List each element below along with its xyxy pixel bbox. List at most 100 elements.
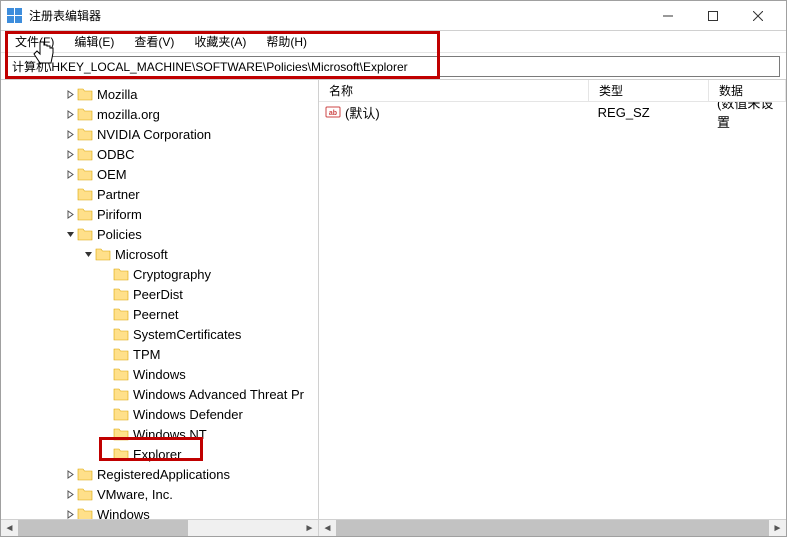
tree-item[interactable]: VMware, Inc. bbox=[1, 484, 318, 504]
chevron-right-icon[interactable] bbox=[63, 90, 77, 99]
folder-icon bbox=[77, 147, 93, 161]
chevron-right-icon[interactable] bbox=[63, 490, 77, 499]
chevron-down-icon[interactable] bbox=[81, 250, 95, 259]
svg-text:ab: ab bbox=[329, 110, 337, 117]
folder-icon bbox=[77, 487, 93, 501]
menu-file[interactable]: 文件(F) bbox=[7, 31, 62, 52]
chevron-right-icon[interactable] bbox=[63, 210, 77, 219]
tree-item[interactable]: Windows Advanced Threat Pr bbox=[1, 384, 318, 404]
tree-item-label: Cryptography bbox=[133, 267, 211, 282]
tree-pane: Mozilla mozilla.org NVIDIA Corporation ODBC… bbox=[1, 80, 319, 536]
folder-icon bbox=[113, 407, 129, 421]
minimize-button[interactable] bbox=[645, 1, 690, 30]
tree-item[interactable]: NVIDIA Corporation bbox=[1, 124, 318, 144]
folder-icon bbox=[113, 307, 129, 321]
chevron-right-icon[interactable] bbox=[63, 150, 77, 159]
scroll-track[interactable] bbox=[18, 520, 301, 537]
maximize-button[interactable] bbox=[690, 1, 735, 30]
chevron-right-icon[interactable] bbox=[63, 170, 77, 179]
folder-icon bbox=[77, 87, 93, 101]
tree-item[interactable]: Windows bbox=[1, 504, 318, 519]
tree-view[interactable]: Mozilla mozilla.org NVIDIA Corporation ODBC… bbox=[1, 80, 318, 519]
tree-item[interactable]: mozilla.org bbox=[1, 104, 318, 124]
chevron-down-icon[interactable] bbox=[63, 230, 77, 239]
menu-view[interactable]: 查看(V) bbox=[126, 31, 182, 52]
tree-item-label: RegisteredApplications bbox=[97, 467, 230, 482]
folder-icon bbox=[77, 207, 93, 221]
chevron-right-icon[interactable] bbox=[63, 110, 77, 119]
tree-item-label: Windows bbox=[97, 507, 150, 520]
tree-item-label: Mozilla bbox=[97, 87, 137, 102]
tree-item-label: mozilla.org bbox=[97, 107, 160, 122]
tree-item[interactable]: Peernet bbox=[1, 304, 318, 324]
menu-help[interactable]: 帮助(H) bbox=[258, 31, 315, 52]
close-button[interactable] bbox=[735, 1, 780, 30]
window-controls bbox=[645, 1, 780, 30]
tree-item-label: Policies bbox=[97, 227, 142, 242]
address-input[interactable] bbox=[7, 56, 780, 77]
tree-item-label: TPM bbox=[133, 347, 160, 362]
tree-item-label: Partner bbox=[97, 187, 140, 202]
value-name: (默认) bbox=[345, 103, 598, 122]
list-hscrollbar[interactable]: ◄ ► bbox=[319, 519, 786, 536]
app-icon bbox=[7, 8, 23, 24]
value-data: (数值未设置 bbox=[717, 102, 786, 131]
tree-item[interactable]: RegisteredApplications bbox=[1, 464, 318, 484]
menubar: 文件(F) 编辑(E) 查看(V) 收藏夹(A) 帮助(H) bbox=[1, 31, 786, 53]
tree-item-label: Windows bbox=[133, 367, 186, 382]
folder-icon bbox=[77, 127, 93, 141]
folder-icon bbox=[77, 227, 93, 241]
registry-editor-window: 注册表编辑器 文件(F) 编辑(E) 查看(V) 收藏夹(A) 帮助(H) Mo… bbox=[0, 0, 787, 537]
tree-item[interactable]: Piriform bbox=[1, 204, 318, 224]
tree-item[interactable]: OEM bbox=[1, 164, 318, 184]
address-bar-row bbox=[1, 53, 786, 80]
tree-item[interactable]: Windows bbox=[1, 364, 318, 384]
tree-item-label: Piriform bbox=[97, 207, 142, 222]
tree-item[interactable]: Partner bbox=[1, 184, 318, 204]
folder-icon bbox=[113, 287, 129, 301]
column-header-data[interactable]: 数据 bbox=[709, 80, 786, 101]
scroll-thumb[interactable] bbox=[336, 520, 769, 537]
tree-item-label: PeerDist bbox=[133, 287, 183, 302]
tree-item[interactable]: Policies bbox=[1, 224, 318, 244]
tree-item[interactable]: Windows Defender bbox=[1, 404, 318, 424]
tree-item[interactable]: Cryptography bbox=[1, 264, 318, 284]
column-header-name[interactable]: 名称 bbox=[319, 80, 589, 101]
scroll-left-button[interactable]: ◄ bbox=[319, 520, 336, 537]
menu-edit[interactable]: 编辑(E) bbox=[66, 31, 122, 52]
tree-item[interactable]: TPM bbox=[1, 344, 318, 364]
folder-icon bbox=[77, 187, 93, 201]
string-value-icon: ab bbox=[325, 104, 341, 120]
menu-favorites[interactable]: 收藏夹(A) bbox=[186, 31, 254, 52]
body: Mozilla mozilla.org NVIDIA Corporation ODBC… bbox=[1, 80, 786, 536]
scroll-right-button[interactable]: ► bbox=[301, 520, 318, 537]
folder-icon bbox=[77, 507, 93, 519]
tree-item[interactable]: Mozilla bbox=[1, 84, 318, 104]
scroll-left-button[interactable]: ◄ bbox=[1, 520, 18, 537]
tree-item[interactable]: Windows NT bbox=[1, 424, 318, 444]
scroll-right-button[interactable]: ► bbox=[769, 520, 786, 537]
list-body[interactable]: ab(默认)REG_SZ(数值未设置 bbox=[319, 102, 786, 519]
chevron-right-icon[interactable] bbox=[63, 470, 77, 479]
tree-item-label: SystemCertificates bbox=[133, 327, 241, 342]
folder-icon bbox=[95, 247, 111, 261]
folder-icon bbox=[77, 107, 93, 121]
tree-item-label: Explorer bbox=[133, 447, 181, 462]
tree-item-label: Windows NT bbox=[133, 427, 207, 442]
scroll-thumb[interactable] bbox=[18, 520, 188, 537]
column-header-type[interactable]: 类型 bbox=[589, 80, 709, 101]
tree-item[interactable]: Explorer bbox=[1, 444, 318, 464]
scroll-track[interactable] bbox=[336, 520, 769, 537]
window-title: 注册表编辑器 bbox=[29, 7, 645, 24]
chevron-right-icon[interactable] bbox=[63, 130, 77, 139]
tree-item-label: NVIDIA Corporation bbox=[97, 127, 211, 142]
chevron-right-icon[interactable] bbox=[63, 510, 77, 519]
list-row[interactable]: ab(默认)REG_SZ(数值未设置 bbox=[319, 102, 786, 122]
folder-icon bbox=[113, 267, 129, 281]
tree-item[interactable]: SystemCertificates bbox=[1, 324, 318, 344]
tree-item[interactable]: ODBC bbox=[1, 144, 318, 164]
folder-icon bbox=[113, 367, 129, 381]
tree-hscrollbar[interactable]: ◄ ► bbox=[1, 519, 318, 536]
tree-item[interactable]: PeerDist bbox=[1, 284, 318, 304]
tree-item[interactable]: Microsoft bbox=[1, 244, 318, 264]
